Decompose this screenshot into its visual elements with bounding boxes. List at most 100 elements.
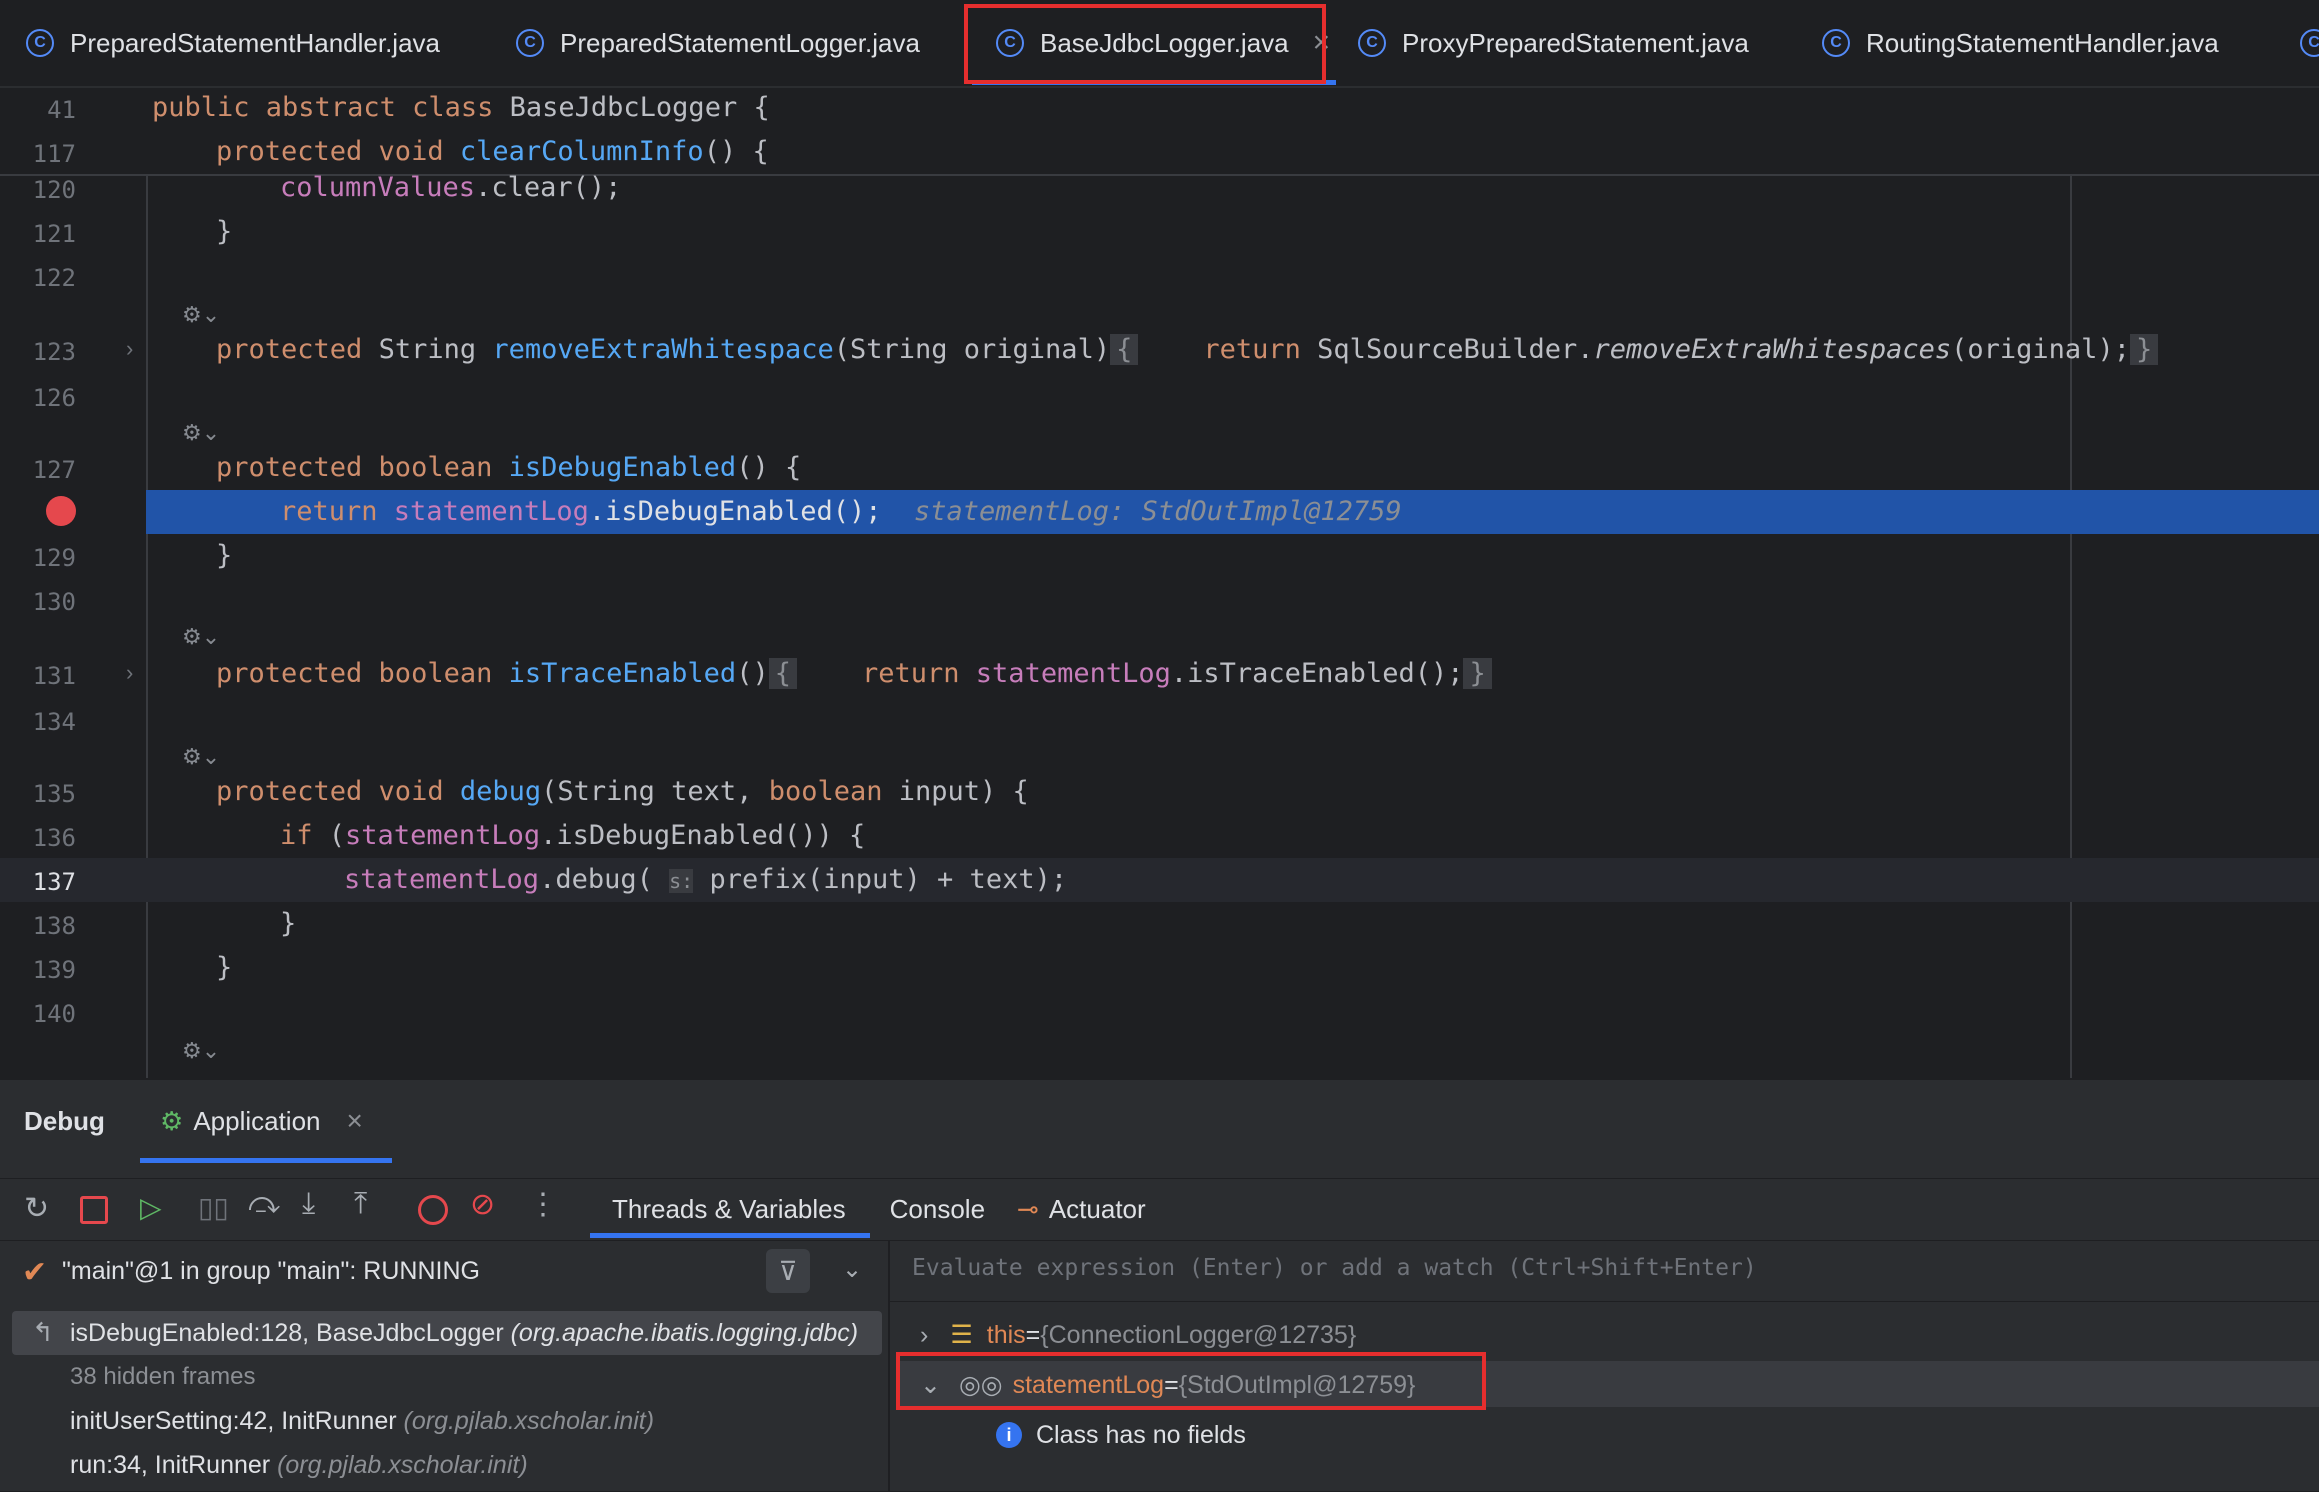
tab-console[interactable]: Console bbox=[868, 1194, 1007, 1225]
thread-label: "main"@1 in group "main": RUNNING bbox=[62, 1257, 480, 1285]
code-line: } bbox=[216, 216, 233, 247]
tab-routing-statement-handler[interactable]: C RoutingStatementHandler.java bbox=[1822, 0, 2219, 86]
tab-overflow[interactable]: C bbox=[2300, 0, 2319, 86]
frame-package: (org.apache.ibatis.logging.jdbc) bbox=[510, 1319, 859, 1347]
view-breakpoints-icon[interactable] bbox=[418, 1195, 448, 1225]
divider bbox=[890, 1301, 2319, 1302]
implementations-icon[interactable]: ⚙⌄ bbox=[182, 302, 220, 328]
line-number: 135 bbox=[32, 780, 76, 808]
return-icon: ↰ bbox=[32, 1317, 54, 1347]
variable-value: {StdOutImpl@12759} bbox=[1178, 1370, 1416, 1399]
code-line: return statementLog.isDebugEnabled(); st… bbox=[280, 496, 1402, 527]
tab-proxy-prepared-statement[interactable]: C ProxyPreparedStatement.java bbox=[1358, 0, 1749, 86]
frame-package: (org.pjlab.xscholar.init) bbox=[277, 1451, 528, 1479]
more-options-icon[interactable]: ⋮ bbox=[528, 1187, 558, 1222]
line-number: 131 bbox=[32, 662, 76, 690]
watch-glasses-icon: ◎◎ bbox=[958, 1371, 1003, 1399]
variable-row-statementlog[interactable]: ⌄ ◎◎ statementLog = {StdOutImpl@12759} bbox=[920, 1363, 1415, 1407]
step-out-icon[interactable]: ⤒ bbox=[354, 1187, 367, 1221]
variable-value: {ConnectionLogger@12735} bbox=[1040, 1320, 1357, 1349]
line-number: 121 bbox=[32, 220, 76, 248]
subtab-indicator bbox=[590, 1233, 870, 1238]
step-into-icon[interactable]: ⤓ bbox=[302, 1187, 315, 1221]
filter-icon[interactable]: ⊽ bbox=[766, 1249, 810, 1293]
code-line: } bbox=[216, 952, 233, 983]
line-number: 123 bbox=[32, 338, 76, 366]
evaluate-expression-input[interactable]: Evaluate expression (Enter) or add a wat… bbox=[912, 1255, 1757, 1281]
frame-row-selected[interactable]: ↰ isDebugEnabled:128, BaseJdbcLogger (or… bbox=[12, 1311, 882, 1355]
frame-method: run:34, InitRunner bbox=[70, 1451, 271, 1479]
fold-chevron-icon[interactable]: › bbox=[126, 336, 133, 362]
class-icon: C bbox=[26, 29, 54, 57]
line-number: 138 bbox=[32, 912, 76, 940]
line-number: 137 bbox=[32, 868, 76, 896]
thread-selector[interactable]: ✔ "main"@1 in group "main": RUNNING ⊽ ⌄ bbox=[0, 1241, 888, 1303]
chevron-down-icon[interactable]: ⌄ bbox=[920, 1370, 941, 1400]
frame-method: initUserSetting:42, InitRunner bbox=[70, 1407, 397, 1435]
variable-name: statementLog bbox=[1012, 1370, 1165, 1399]
code-line: protected void clearColumnInfo() { bbox=[216, 136, 769, 167]
code-line: protected boolean isDebugEnabled() { bbox=[216, 452, 802, 483]
code-line: columnValues.clear(); bbox=[280, 172, 622, 203]
variable-info-row: i Class has no fields bbox=[996, 1415, 1246, 1455]
close-icon[interactable]: × bbox=[347, 1105, 363, 1137]
variables-panel: Evaluate expression (Enter) or add a wat… bbox=[890, 1240, 2319, 1492]
line-number: 136 bbox=[32, 824, 76, 852]
line-number: 127 bbox=[32, 456, 76, 484]
actuator-icon: ⊸ bbox=[1017, 1193, 1039, 1224]
mute-breakpoints-icon[interactable]: ⊘ bbox=[470, 1187, 495, 1222]
tab-prepared-statement-logger[interactable]: C PreparedStatementLogger.java bbox=[516, 0, 920, 86]
debug-toolbar: ↻ ▷ ▯▯ ⤼ ⤓ ⤒ ⊘ ⋮ Threads & Variables Con… bbox=[0, 1178, 2319, 1239]
sticky-lines: 41 public abstract class BaseJdbcLogger … bbox=[0, 88, 2319, 176]
pause-icon[interactable]: ▯▯ bbox=[198, 1191, 229, 1224]
tab-threads-variables[interactable]: Threads & Variables bbox=[590, 1194, 868, 1225]
tab-label: PreparedStatementHandler.java bbox=[70, 27, 441, 58]
hidden-frames[interactable]: 38 hidden frames bbox=[70, 1363, 255, 1391]
class-icon: C bbox=[996, 29, 1024, 57]
debug-tool-window: Debug ⚙ Application × ↻ ▷ ▯▯ ⤼ ⤓ ⤒ ⊘ ⋮ T… bbox=[0, 1078, 2319, 1491]
implementations-icon[interactable]: ⚙⌄ bbox=[182, 624, 220, 650]
line-number: 120 bbox=[32, 176, 76, 204]
tab-prepared-statement-handler[interactable]: C PreparedStatementHandler.java bbox=[26, 0, 440, 86]
implementations-icon[interactable]: ⚙⌄ bbox=[182, 744, 220, 770]
variable-equals: = bbox=[1164, 1370, 1179, 1399]
implementations-icon[interactable]: ⚙⌄ bbox=[182, 420, 220, 446]
implementations-icon[interactable]: ⚙⌄ bbox=[182, 1038, 220, 1064]
tab-label: ProxyPreparedStatement.java bbox=[1402, 27, 1749, 58]
tab-base-jdbc-logger[interactable]: C BaseJdbcLogger.java × bbox=[996, 0, 1330, 86]
check-icon: ✔ bbox=[22, 1256, 48, 1289]
line-number: 139 bbox=[32, 956, 76, 984]
variable-equals: = bbox=[1025, 1320, 1041, 1349]
code-line: if (statementLog.isDebugEnabled()) { bbox=[280, 820, 866, 851]
resume-icon[interactable]: ▷ bbox=[140, 1191, 162, 1224]
line-number: 41 bbox=[47, 96, 76, 124]
tab-actuator[interactable]: Actuator bbox=[1039, 1194, 1168, 1225]
code-line: public abstract class BaseJdbcLogger { bbox=[152, 92, 770, 123]
chevron-right-icon[interactable]: › bbox=[920, 1321, 928, 1350]
code-line: } bbox=[216, 540, 233, 571]
close-icon[interactable]: × bbox=[1313, 26, 1331, 60]
rerun-icon[interactable]: ↻ bbox=[24, 1191, 49, 1226]
stop-icon[interactable] bbox=[80, 1196, 108, 1224]
right-margin-guide bbox=[2070, 176, 2072, 1078]
chevron-down-icon[interactable]: ⌄ bbox=[842, 1255, 862, 1284]
class-icon: C bbox=[1822, 29, 1850, 57]
info-text: Class has no fields bbox=[1036, 1420, 1246, 1449]
class-icon: C bbox=[516, 29, 544, 57]
step-over-icon[interactable]: ⤼ bbox=[248, 1187, 280, 1221]
fold-chevron-icon[interactable]: › bbox=[126, 660, 133, 686]
active-tab-indicator bbox=[972, 80, 1336, 85]
gutter-separator bbox=[146, 176, 148, 1078]
variable-row-this[interactable]: › ☰ this = {ConnectionLogger@12735} bbox=[920, 1313, 1356, 1357]
session-tab-application[interactable]: ⚙ Application × bbox=[160, 1100, 363, 1142]
code-editor[interactable]: 41 public abstract class BaseJdbcLogger … bbox=[0, 88, 2319, 1078]
code-line: protected String removeExtraWhitespace(S… bbox=[216, 334, 2159, 365]
variable-name: this bbox=[986, 1320, 1026, 1349]
frame-row[interactable]: run:34, InitRunner (org.pjlab.xscholar.i… bbox=[70, 1451, 528, 1480]
code-line: statementLog.debug( s: prefix(input) + t… bbox=[344, 864, 1068, 895]
line-number: 126 bbox=[32, 384, 76, 412]
breakpoint-icon[interactable] bbox=[46, 496, 76, 526]
frame-row[interactable]: initUserSetting:42, InitRunner (org.pjla… bbox=[70, 1407, 654, 1436]
session-tab-label: Application bbox=[193, 1105, 321, 1136]
frame-method: isDebugEnabled:128, BaseJdbcLogger bbox=[70, 1319, 504, 1347]
